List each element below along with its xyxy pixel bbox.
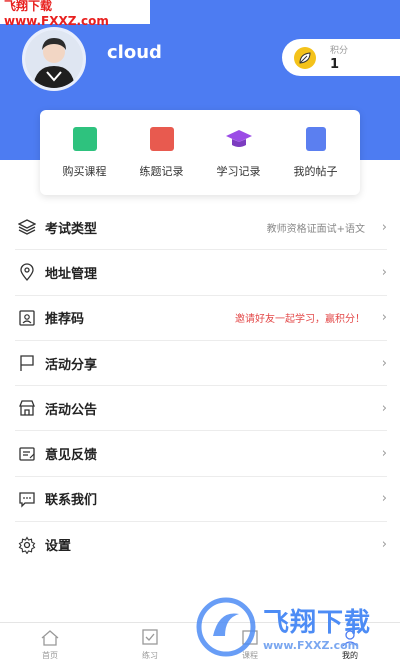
referral-icon bbox=[17, 308, 37, 328]
menu-label: 设置 bbox=[45, 539, 72, 555]
tab-label: 首页 bbox=[42, 651, 58, 660]
chat-icon bbox=[17, 489, 37, 509]
menu-label: 联系我们 bbox=[45, 493, 98, 509]
user-icon bbox=[342, 630, 358, 647]
chevron-right-icon: › bbox=[381, 537, 387, 553]
menu-label: 考试类型 bbox=[45, 221, 98, 237]
tab-label: 我的 bbox=[342, 651, 358, 660]
quick-actions-card: 购买课程 练题记录 学习记录 我的帖子 bbox=[40, 110, 360, 195]
quick-action-label: 我的帖子 bbox=[293, 164, 338, 178]
graduation-cap-icon bbox=[225, 127, 253, 151]
tab-courses[interactable]: 课程 bbox=[215, 629, 285, 661]
chevron-right-icon: › bbox=[381, 355, 387, 371]
book-icon bbox=[72, 126, 97, 151]
points-label: 积分 bbox=[330, 46, 349, 56]
chevron-right-icon: › bbox=[381, 264, 387, 280]
menu-item-contact-us[interactable]: 联系我们 › bbox=[15, 477, 387, 523]
menu-value: 邀请好友一起学习，赢积分！ bbox=[235, 314, 365, 326]
tab-mine[interactable]: 我的 bbox=[315, 629, 385, 661]
quick-action-study-record[interactable]: 学习记录 bbox=[201, 127, 277, 179]
menu-label: 推荐码 bbox=[45, 312, 85, 328]
home-icon bbox=[41, 630, 59, 646]
tab-home[interactable]: 首页 bbox=[15, 629, 85, 661]
list-icon bbox=[305, 126, 326, 151]
tab-label: 练习 bbox=[142, 651, 158, 660]
flag-icon bbox=[17, 353, 37, 373]
menu-label: 活动分享 bbox=[45, 357, 98, 373]
menu-item-exam-type[interactable]: 考试类型 教师资格证面试+语文 › bbox=[15, 205, 387, 251]
avatar[interactable] bbox=[22, 27, 86, 91]
watermark-top: 飞翔下载 www.FXXZ.com bbox=[0, 0, 150, 28]
location-pin-icon bbox=[17, 262, 37, 282]
chevron-right-icon: › bbox=[381, 400, 387, 416]
bottom-tab-bar: 首页 练习 课程 我的 bbox=[0, 622, 400, 667]
settings-menu: 考试类型 教师资格证面试+语文 › 地址管理 › 推荐码 邀请好友一起学习，赢积… bbox=[15, 205, 387, 567]
quick-action-my-posts[interactable]: 我的帖子 bbox=[278, 126, 354, 179]
watermark-text: 飞翔下载 www.FXXZ.com bbox=[4, 0, 109, 28]
menu-item-activity-notice[interactable]: 活动公告 › bbox=[15, 386, 387, 432]
quick-action-buy-course[interactable]: 购买课程 bbox=[47, 126, 123, 179]
course-icon bbox=[242, 630, 258, 645]
clipboard-icon bbox=[149, 126, 174, 151]
gear-icon bbox=[17, 535, 37, 555]
quick-action-label: 练题记录 bbox=[139, 164, 184, 178]
menu-item-referral-code[interactable]: 推荐码 邀请好友一起学习，赢积分！ › bbox=[15, 296, 387, 341]
username: cloud bbox=[107, 42, 162, 63]
points-card[interactable]: 积分 1 bbox=[282, 39, 400, 76]
checkbox-icon bbox=[142, 629, 158, 645]
menu-item-feedback[interactable]: 意见反馈 › bbox=[15, 431, 387, 477]
menu-item-activity-share[interactable]: 活动分享 › bbox=[15, 341, 387, 387]
tab-practice[interactable]: 练习 bbox=[115, 629, 185, 661]
points-value: 1 bbox=[330, 57, 340, 72]
menu-label: 意见反馈 bbox=[45, 448, 98, 464]
chevron-right-icon: › bbox=[381, 310, 387, 326]
chevron-right-icon: › bbox=[381, 446, 387, 462]
menu-label: 活动公告 bbox=[45, 402, 98, 418]
tab-label: 课程 bbox=[242, 651, 258, 660]
quick-action-label: 学习记录 bbox=[216, 164, 261, 178]
menu-item-address[interactable]: 地址管理 › bbox=[15, 250, 387, 296]
menu-label: 地址管理 bbox=[45, 266, 98, 282]
quick-action-label: 购买课程 bbox=[62, 164, 107, 178]
chevron-right-icon: › bbox=[381, 219, 387, 235]
shop-icon bbox=[17, 398, 37, 418]
quick-action-practice-record[interactable]: 练题记录 bbox=[124, 126, 200, 179]
layers-icon bbox=[17, 217, 37, 237]
leaf-icon bbox=[294, 46, 316, 69]
chevron-right-icon: › bbox=[381, 491, 387, 507]
feedback-icon bbox=[17, 444, 37, 464]
menu-value: 教师资格证面试+语文 bbox=[266, 223, 365, 235]
menu-item-settings[interactable]: 设置 › bbox=[15, 522, 387, 567]
